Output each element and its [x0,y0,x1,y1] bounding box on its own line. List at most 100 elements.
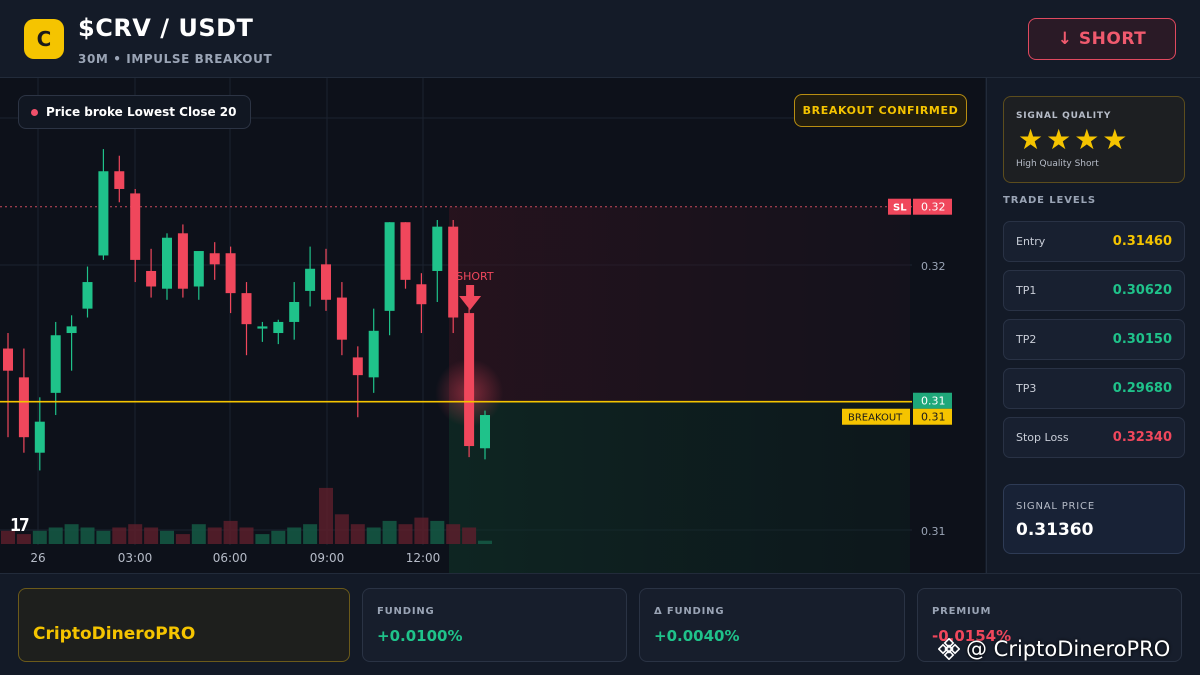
short-button[interactable]: ↓ SHORT [1028,18,1176,60]
candle-body [98,171,109,256]
side-panel: SIGNAL QUALITY ★★★★ High Quality Short T… [986,78,1200,573]
pair-title: $CRV / USDT [78,14,254,42]
breakout-price-label: 0.31 [921,411,946,424]
brand-card: CriptoDineroPRO [18,588,350,662]
pair-subtitle: 30M • IMPULSE BREAKOUT [78,52,273,66]
level-value: 0.31460 [1112,234,1172,249]
signal-quality-text: High Quality Short [1016,159,1099,169]
volume-bar [223,520,238,544]
delta-funding-card: Δ FUNDING +0.0040% [639,588,905,662]
level-name: TP2 [1016,333,1037,346]
volume-bar [128,524,143,544]
volume-bar [287,527,302,544]
candle-body [305,268,316,291]
volume-bar [144,527,159,544]
volume-bar [271,530,286,544]
candle-body [352,357,363,376]
footer: CriptoDineroPRO FUNDING +0.0100% Δ FUNDI… [0,573,1200,675]
candle-body [162,237,172,289]
candle-body [193,251,204,287]
y-tick-label: 0.31 [921,525,946,538]
candle-body [464,313,475,447]
funding-value: +0.0100% [377,627,463,645]
level-tp1: TP1 0.30620 [1003,270,1185,311]
brand-name: CriptoDineroPRO [33,624,196,644]
volume-bar [350,524,365,544]
volume-bar [32,530,47,544]
candle-body [50,335,61,393]
binance-icon [938,638,960,660]
volume-bar [239,527,254,544]
trade-levels-title: TRADE LEVELS [1003,195,1097,206]
candle-body [114,171,125,189]
candlestick-chart[interactable]: SHORT 0.32 0.31 SL 0.32 0.31 BREAKOUT 0.31 26 03:… [0,78,985,573]
candle-body [384,222,395,311]
candle-body [66,326,77,334]
level-name: Entry [1016,235,1046,248]
candle-body [241,293,252,325]
volume-bar [96,530,111,544]
alert-dot-icon [31,108,38,116]
volume-bar [191,524,206,544]
x-tick-label: 12:00 [406,551,441,565]
level-tp2: TP2 0.30150 [1003,319,1185,360]
x-tick-label: 03:00 [118,551,153,565]
sl-tag-label: SL [893,203,907,214]
reward-zone [449,401,910,573]
level-name: TP3 [1016,382,1037,395]
volume-bar [446,524,461,544]
volume-bar [160,530,174,544]
candle-body [18,377,29,438]
volume-bar [112,527,127,544]
star-rating-icon: ★★★★ [1018,123,1131,156]
candle-body [336,297,347,340]
volume-bar [462,527,477,544]
funding-label: FUNDING [377,606,435,617]
tradingview-logo-icon[interactable]: 17 [10,515,30,536]
candle-body [480,415,490,449]
watermark: @ CriptoDineroPRO [938,637,1170,661]
volume-bar [366,527,381,544]
candle-body [3,348,13,371]
header: C $CRV / USDT 30M • IMPULSE BREAKOUT ↓ S… [0,0,1200,78]
watermark-text: @ CriptoDineroPRO [966,637,1171,661]
level-value: 0.32340 [1112,430,1172,445]
volume-bar [48,527,63,544]
volume-bar [64,524,79,544]
volume-bar [175,534,190,544]
sl-price-label: 0.32 [921,201,946,214]
volume-bar [303,524,318,544]
delta-funding-value: +0.0040% [654,627,740,645]
volume-bar [430,520,445,544]
level-name: TP1 [1016,284,1037,297]
level-value: 0.30150 [1112,332,1172,347]
level-name: Stop Loss [1016,431,1069,444]
volume-bar [382,520,397,544]
level-tp3: TP3 0.29680 [1003,368,1185,409]
short-marker-label: SHORT [456,270,494,283]
price-chart[interactable]: SHORT 0.32 0.31 SL 0.32 0.31 BREAKOUT 0.31 26 03:… [0,78,985,573]
risk-zone [449,206,910,402]
candle-body [146,270,157,287]
signal-price-label: SIGNAL PRICE [1016,501,1095,512]
candle-body [321,264,331,300]
signal-quality-label: SIGNAL QUALITY [1016,111,1112,121]
level-value: 0.30620 [1112,283,1172,298]
price-tag-label: 0.31 [921,395,946,408]
candle-body [432,226,443,271]
volume-bar [80,527,95,544]
level-value: 0.29680 [1112,381,1172,396]
x-tick-label: 26 [30,551,45,565]
candle-body [177,233,188,289]
delta-funding-label: Δ FUNDING [654,606,725,617]
candle-body [130,193,141,260]
volume-bar [398,524,413,544]
breakout-confirmed-badge: BREAKOUT CONFIRMED [794,94,967,127]
volume-bar [334,514,349,544]
candle-body [82,282,93,309]
y-tick-label: 0.32 [921,260,946,273]
volume-bar [255,534,270,544]
alert-pill: Price broke Lowest Close 20 [18,95,252,129]
x-tick-label: 06:00 [213,551,248,565]
breakout-tag-label: BREAKOUT [848,413,903,424]
